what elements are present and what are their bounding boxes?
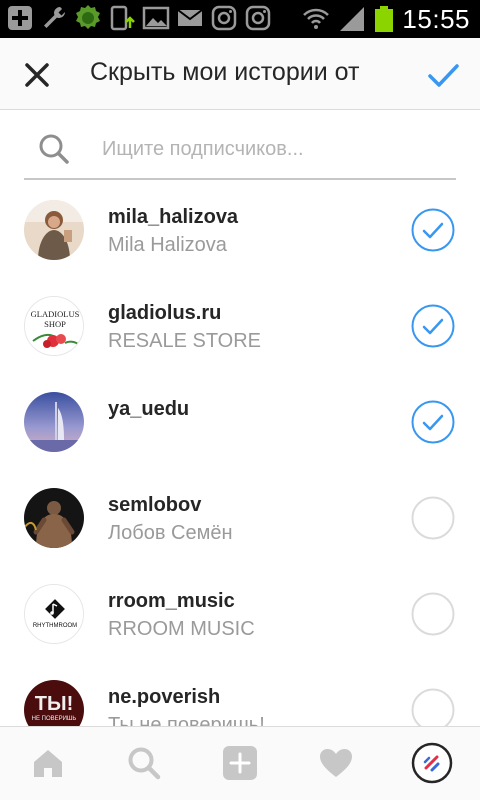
avatar-text: GLADIOLUS [31, 309, 80, 319]
avatar: GLADIOLUS SHOP [24, 296, 84, 356]
bottom-navigation [0, 726, 480, 800]
avatar-text: ТЫ! [35, 693, 73, 715]
selected-checkbox[interactable] [411, 208, 455, 252]
search-icon [39, 134, 69, 164]
instagram-icon [211, 5, 237, 31]
search-icon [128, 747, 161, 780]
nav-activity[interactable] [318, 745, 354, 781]
status-bar: 15:55 [0, 0, 480, 38]
instagram-icon [245, 5, 271, 31]
nav-search[interactable] [126, 745, 162, 781]
home-icon [34, 750, 62, 777]
username: mila_halizova [108, 206, 239, 228]
avatar [24, 488, 84, 548]
username: ne.poverish [108, 686, 221, 708]
heart-icon [320, 749, 352, 777]
phone-upload-icon [110, 5, 135, 31]
system-icons: 15:55 [302, 4, 470, 34]
battery-icon [375, 6, 394, 32]
lion-app-icon [76, 5, 100, 29]
close-icon[interactable] [22, 60, 52, 90]
checkmark-icon [411, 304, 455, 348]
full-name: Mila Halizova [108, 234, 227, 256]
page-title: Скрыть мои истории от [90, 58, 360, 86]
full-name: Ты не поверишь! [108, 714, 265, 726]
selected-checkbox[interactable] [411, 400, 455, 444]
avatar: ТЫ! НЕ ПОВЕРИШЬ [24, 680, 84, 726]
avatar-text: RHYTHMROOM [33, 623, 77, 629]
profile-icon [411, 742, 453, 784]
nav-add-post[interactable] [222, 745, 258, 781]
followers-list: mila_halizova Mila Halizova GLADIOLUS SH… [0, 182, 480, 726]
empty-circle-icon [411, 592, 455, 636]
avatar [24, 200, 84, 260]
unselected-checkbox[interactable] [411, 592, 455, 636]
checkmark-icon [411, 400, 455, 444]
unselected-checkbox[interactable] [411, 496, 455, 540]
nav-profile[interactable] [410, 741, 454, 785]
username: gladiolus.ru [108, 302, 222, 324]
clock: 15:55 [402, 4, 470, 34]
list-item[interactable]: mila_halizova Mila Halizova [0, 182, 480, 278]
full-name: RROOM MUSIC [108, 618, 255, 640]
unselected-checkbox[interactable] [411, 688, 455, 726]
selected-checkbox[interactable] [411, 304, 455, 348]
list-item[interactable]: RHYTHMROOM rroom_music RROOM MUSIC [0, 566, 480, 662]
wrench-icon [44, 7, 65, 28]
image-icon [142, 6, 170, 30]
list-item[interactable]: semlobov Лобов Семён [0, 470, 480, 566]
avatar-text: SHOP [44, 319, 66, 329]
add-icon [8, 6, 32, 30]
checkmark-icon[interactable] [426, 58, 460, 92]
full-name: Лобов Семён [108, 522, 233, 544]
username: rroom_music [108, 590, 235, 612]
nav-home[interactable] [30, 745, 66, 781]
avatar-text: НЕ ПОВЕРИШЬ [32, 716, 77, 722]
username: ya_uedu [108, 398, 190, 420]
signal-icon [340, 7, 365, 31]
list-item[interactable]: ya_uedu [0, 374, 480, 470]
checkmark-icon [411, 208, 455, 252]
empty-circle-icon [411, 688, 455, 726]
list-item[interactable]: GLADIOLUS SHOP gladiolus.ru RESALE STORE [0, 278, 480, 374]
list-item[interactable]: ТЫ! НЕ ПОВЕРИШЬ ne.poverish Ты не повери… [0, 662, 480, 726]
add-post-icon [223, 746, 257, 780]
mail-icon [177, 9, 203, 26]
notification-icons [6, 4, 272, 32]
app-header: Скрыть мои истории от [0, 38, 480, 110]
empty-circle-icon [411, 496, 455, 540]
wifi-icon [303, 8, 330, 29]
avatar [24, 392, 84, 452]
username: semlobov [108, 494, 202, 516]
full-name: RESALE STORE [108, 330, 262, 352]
search-bar [24, 120, 456, 180]
search-input[interactable] [100, 128, 444, 170]
avatar: RHYTHMROOM [24, 584, 84, 644]
